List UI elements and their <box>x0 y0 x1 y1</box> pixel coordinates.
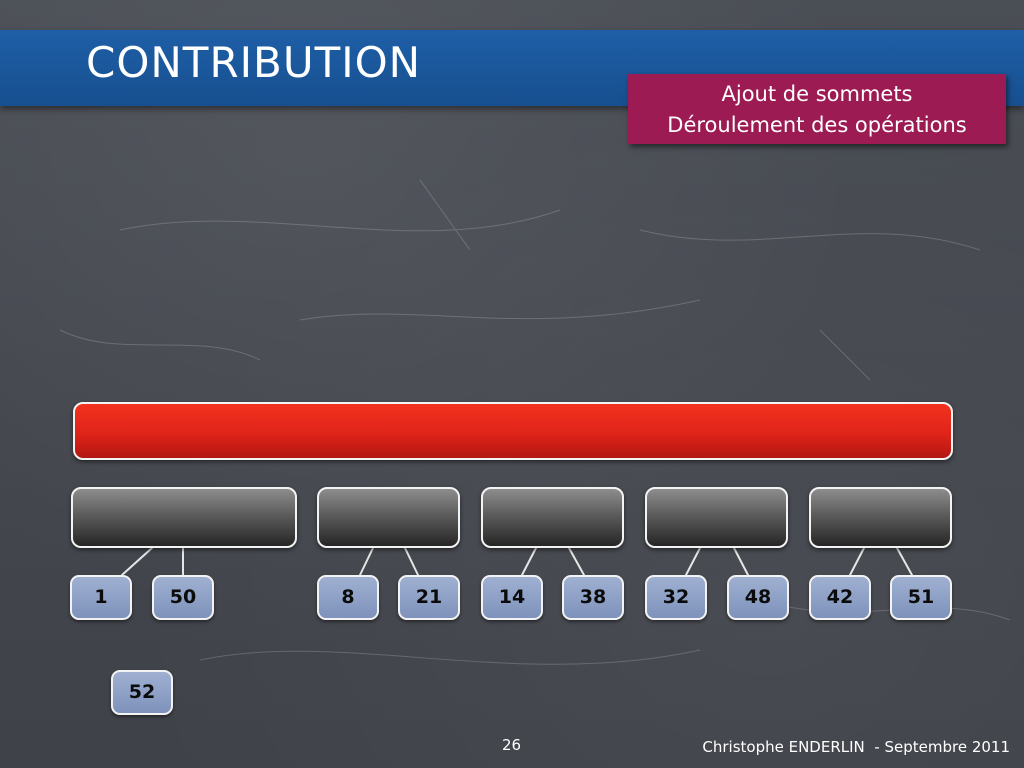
connector-line <box>568 547 585 576</box>
root-node-bar <box>73 402 953 460</box>
connector-line <box>733 547 749 576</box>
new-vertex-node: 52 <box>111 670 173 715</box>
leaf-node-8: 8 <box>317 575 379 620</box>
leaf-node-1: 1 <box>70 575 132 620</box>
connector-line <box>121 547 153 576</box>
connector-line <box>849 547 865 576</box>
group-node-5 <box>809 487 952 548</box>
group-node-3 <box>481 487 624 548</box>
connector-line <box>359 547 374 576</box>
connector-line <box>521 547 537 576</box>
tree-connector-lines <box>121 547 913 576</box>
leaf-node-38: 38 <box>562 575 624 620</box>
group-node-4 <box>645 487 788 548</box>
leaf-node-14: 14 <box>481 575 543 620</box>
leaf-node-21: 21 <box>398 575 460 620</box>
leaf-node-48: 48 <box>727 575 789 620</box>
page-number: 26 <box>502 736 522 754</box>
leaf-node-51: 51 <box>890 575 952 620</box>
connector-line <box>896 547 913 576</box>
connector-line <box>685 547 701 576</box>
footer-author-date: Christophe ENDERLIN - Septembre 2011 <box>702 738 1010 756</box>
leaf-node-42: 42 <box>809 575 871 620</box>
group-node-1 <box>71 487 297 548</box>
group-node-2 <box>317 487 460 548</box>
leaf-node-32: 32 <box>645 575 707 620</box>
leaf-node-50: 50 <box>152 575 214 620</box>
connector-line <box>404 547 419 576</box>
